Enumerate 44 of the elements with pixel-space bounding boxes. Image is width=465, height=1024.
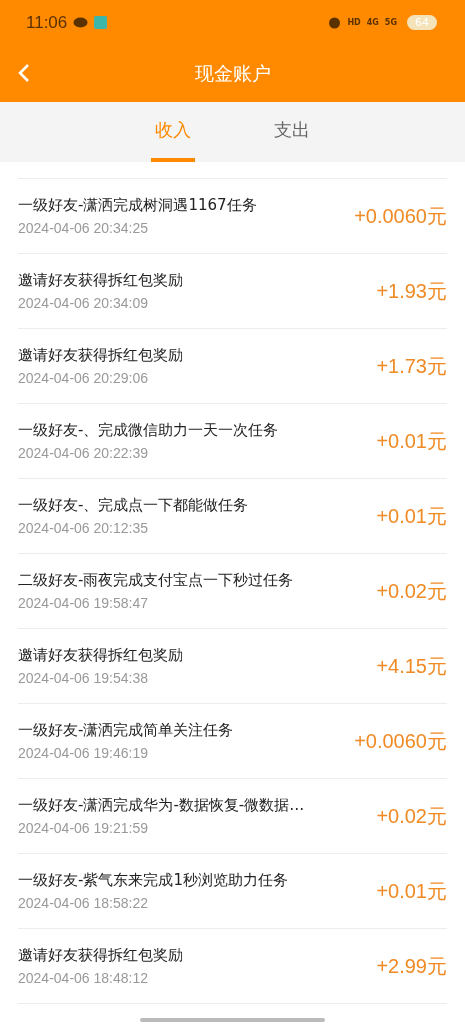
record-amount: +0.02元 — [376, 803, 447, 829]
record-time: 2024-04-06 18:48:12 — [18, 970, 149, 986]
record-title: 一级好友-、完成点一下都能做任务 — [18, 496, 249, 515]
record-time: 2024-04-06 20:34:09 — [18, 295, 149, 311]
record-amount: +0.0060元 — [354, 728, 447, 754]
battery-indicator: 64 — [407, 15, 437, 30]
record-title: 二级好友-雨夜完成支付宝点一下秒过任务 — [18, 571, 294, 590]
record-title: 邀请好友获得拆红包奖励 — [18, 271, 183, 290]
record-title: 一级好友-潇洒完成华为-数据恢复-微数据… — [18, 796, 305, 815]
record-amount: +0.01元 — [376, 428, 447, 454]
app-notification-icon — [94, 16, 108, 29]
alarm-icon — [328, 16, 342, 29]
record-time: 2024-04-06 18:58:22 — [18, 895, 149, 911]
record-title: 一级好友-紫气东来完成1秒浏览助力任务 — [18, 871, 288, 890]
record-amount: +1.73元 — [376, 353, 447, 379]
record-title: 一级好友-潇洒完成简单关注任务 — [18, 721, 234, 740]
record-time: 2024-04-06 20:12:35 — [18, 520, 149, 536]
record-title: 邀请好友获得拆红包奖励 — [18, 946, 183, 965]
record-time: 2024-04-06 20:29:06 — [18, 370, 149, 386]
record-amount: +2.99元 — [376, 953, 447, 979]
record-time: 2024-04-06 20:34:25 — [18, 220, 149, 236]
record-time: 2024-04-06 19:58:47 — [18, 595, 149, 611]
network-label: 5G — [384, 18, 397, 27]
back-icon[interactable] — [18, 63, 30, 83]
record-amount: +1.93元 — [376, 278, 447, 304]
record-title: 一级好友-潇洒完成树洞遇1167任务 — [18, 196, 257, 215]
record-amount: +0.01元 — [376, 503, 447, 529]
record-amount: +4.15元 — [376, 653, 447, 679]
chat-bubble-icon — [73, 16, 89, 29]
record-time: 2024-04-06 19:54:38 — [18, 670, 149, 686]
record-time: 2024-04-06 20:22:39 — [18, 445, 149, 461]
record-amount: +0.0060元 — [354, 203, 447, 229]
record-title: 一级好友-、完成微信助力一天一次任务 — [18, 421, 279, 440]
network-label: 4G — [366, 18, 379, 27]
record-amount: +0.01元 — [376, 878, 447, 904]
tab[interactable]: 支出 — [270, 102, 314, 162]
status-time: 11:06 — [26, 12, 68, 33]
record-title: 邀请好友获得拆红包奖励 — [18, 346, 183, 365]
record-amount: +0.02元 — [376, 578, 447, 604]
network-label: HD — [347, 18, 361, 27]
record-title: 邀请好友获得拆红包奖励 — [18, 646, 183, 665]
page-title: 现金账户 — [194, 60, 271, 86]
record-time: 2024-04-06 19:21:59 — [18, 820, 149, 836]
record-time: 2024-04-06 19:46:19 — [18, 745, 149, 761]
